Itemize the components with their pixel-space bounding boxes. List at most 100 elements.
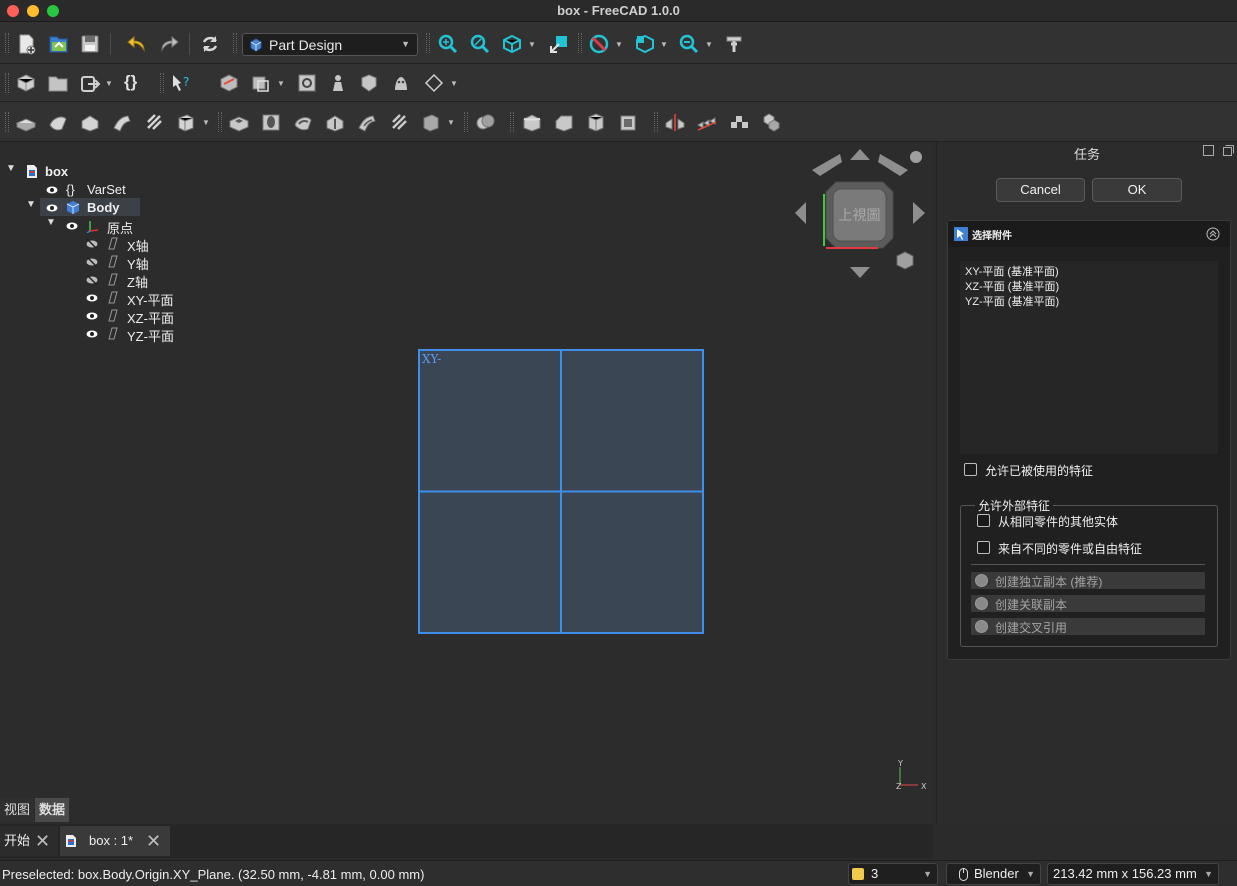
eye-hidden-icon[interactable] [86, 256, 98, 268]
close-icon[interactable]: ✕ [146, 826, 161, 856]
radio-cross-reference[interactable]: 创建交叉引用 [971, 618, 1205, 635]
expand-arrow-icon[interactable]: ▼ [46, 217, 56, 228]
save-icon[interactable] [79, 33, 101, 55]
toolbar-grip[interactable] [578, 33, 582, 53]
nav-left-arrow[interactable] [795, 202, 806, 224]
datum-icon[interactable] [423, 72, 445, 94]
validate-sketch-icon[interactable] [296, 72, 318, 94]
small-cube-icon[interactable] [896, 251, 914, 270]
chevron-down-icon[interactable]: ▼ [277, 79, 285, 88]
expand-arrow-icon[interactable]: ▼ [26, 199, 36, 210]
eye-icon[interactable] [46, 184, 58, 196]
whats-this-icon[interactable]: ? [170, 72, 192, 94]
measure-icon[interactable] [723, 33, 745, 55]
toolbar-grip[interactable] [160, 73, 164, 93]
multi-transform-icon[interactable] [760, 111, 782, 133]
tab-start[interactable]: 开始 ✕ [0, 826, 58, 856]
chevron-down-icon[interactable]: ▼ [105, 79, 113, 88]
revolution-icon[interactable] [47, 111, 69, 133]
eye-icon[interactable] [86, 310, 98, 322]
view-top-icon[interactable] [548, 33, 570, 55]
additive-pipe-icon[interactable] [111, 111, 133, 133]
radio-independent-copy[interactable]: 创建独立副本 (推荐) [971, 572, 1205, 589]
polar-pattern-icon[interactable] [728, 111, 750, 133]
radio-dependent-copy[interactable]: 创建关联副本 [971, 595, 1205, 612]
fit-selection-icon[interactable] [469, 33, 491, 55]
subtractive-primitive-icon[interactable] [420, 111, 442, 133]
create-body-icon[interactable] [15, 72, 37, 94]
additive-loft-icon[interactable] [79, 111, 101, 133]
toolbar-grip[interactable] [464, 112, 468, 132]
navigation-style-selector[interactable]: Blender ▼ [946, 863, 1041, 885]
subtractive-loft-icon[interactable] [324, 111, 346, 133]
draw-style-icon[interactable] [588, 33, 610, 55]
create-group-icon[interactable] [47, 72, 69, 94]
chevron-down-icon[interactable]: ▼ [447, 118, 455, 127]
float-panel-icon[interactable] [1203, 145, 1214, 156]
chevron-down-icon[interactable]: ▼ [450, 79, 458, 88]
eye-icon[interactable] [86, 292, 98, 304]
new-sketch-icon[interactable] [218, 72, 240, 94]
isometric-view-icon[interactable] [501, 33, 523, 55]
chevron-down-icon[interactable]: ▼ [202, 118, 210, 127]
toolbar-grip[interactable] [510, 112, 514, 132]
toolbar-grip[interactable] [5, 33, 9, 53]
groove-icon[interactable] [292, 111, 314, 133]
shape-binder-icon[interactable] [327, 72, 349, 94]
cancel-button[interactable]: Cancel [996, 178, 1085, 202]
nav-down-arrow[interactable] [850, 267, 870, 278]
standard-views-icon[interactable] [634, 33, 656, 55]
allow-used-checkbox[interactable] [964, 463, 977, 476]
rotate-right-arrow[interactable] [878, 154, 908, 176]
mirrored-icon[interactable] [664, 111, 686, 133]
eye-icon[interactable] [46, 202, 58, 214]
additive-helix-icon[interactable] [143, 111, 165, 133]
tab-document[interactable]: box : 1* ✕ [60, 826, 170, 856]
eye-hidden-icon[interactable] [86, 274, 98, 286]
rotate-left-arrow[interactable] [812, 154, 842, 176]
from-other-part-checkbox[interactable] [977, 541, 990, 554]
restore-panel-icon[interactable] [1223, 145, 1234, 156]
list-item[interactable]: XY-平面 (基准平面) [965, 263, 1059, 279]
toolbar-grip[interactable] [5, 73, 9, 93]
fillet-icon[interactable] [521, 111, 543, 133]
thickness-icon[interactable] [617, 111, 639, 133]
nav-right-arrow[interactable] [913, 202, 925, 224]
subshape-binder-icon[interactable] [358, 72, 380, 94]
hole-icon[interactable] [260, 111, 282, 133]
chevron-down-icon[interactable]: ▼ [705, 40, 713, 49]
toolbar-grip[interactable] [233, 33, 237, 53]
boolean-icon[interactable] [474, 111, 496, 133]
eye-icon[interactable] [66, 220, 78, 232]
chevron-down-icon[interactable]: ▼ [660, 40, 668, 49]
radio-button[interactable] [975, 597, 988, 610]
attachment-list[interactable]: XY-平面 (基准平面) XZ-平面 (基准平面) YZ-平面 (基准平面) [960, 261, 1218, 454]
from-same-part-checkbox[interactable] [977, 514, 990, 527]
linear-pattern-icon[interactable] [696, 111, 718, 133]
dimension-widget[interactable]: 213.42 mm x 156.23 mm ▼ [1047, 863, 1219, 885]
fit-all-icon[interactable] [437, 33, 459, 55]
expand-arrow-icon[interactable]: ▼ [6, 163, 16, 174]
subtractive-helix-icon[interactable] [388, 111, 410, 133]
chevron-down-icon[interactable]: ▼ [615, 40, 623, 49]
toolbar-grip[interactable] [5, 112, 9, 132]
list-item[interactable]: YZ-平面 (基准平面) [965, 293, 1059, 309]
radio-button[interactable] [975, 620, 988, 633]
clone-icon[interactable] [390, 72, 412, 94]
notifications-widget[interactable]: 3 ▼ [848, 863, 938, 885]
draft-icon[interactable] [585, 111, 607, 133]
chevron-down-icon[interactable]: ▼ [528, 40, 536, 49]
toolbar-grip[interactable] [426, 33, 430, 53]
link-icon[interactable] [79, 72, 101, 94]
additive-primitive-icon[interactable] [175, 111, 197, 133]
open-document-icon[interactable] [47, 33, 69, 55]
measure-zoom-icon[interactable] [678, 33, 700, 55]
new-document-icon[interactable] [15, 33, 37, 55]
navigation-cube[interactable]: 上視圖 [795, 149, 925, 278]
toolbar-grip[interactable] [218, 112, 222, 132]
pad-icon[interactable] [15, 111, 37, 133]
chamfer-icon[interactable] [553, 111, 575, 133]
pocket-icon[interactable] [228, 111, 250, 133]
eye-icon[interactable] [86, 328, 98, 340]
radio-button[interactable] [975, 574, 988, 587]
